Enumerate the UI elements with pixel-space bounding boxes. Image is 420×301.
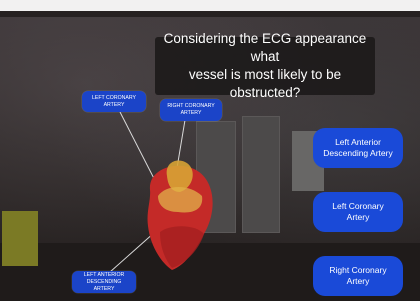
answer-button-left-anterior-descending[interactable]: Left Anterior Descending Artery (313, 128, 403, 168)
answer-line-1: Right Coronary (329, 265, 387, 275)
label-left-coronary-artery: LEFT CORONARY ARTERY (82, 91, 146, 112)
label-line-2: ARTERY (103, 101, 125, 108)
label-right-coronary-artery: RIGHT CORONARY ARTERY (160, 99, 222, 121)
question-line-2: vessel is most likely to be obstructed? (188, 67, 342, 100)
heart-model (147, 160, 213, 270)
label-line-1: RIGHT CORONARY (167, 103, 215, 109)
label-left-anterior-descending-artery: LEFT ANTERIOR DESCENDING ARTERY (72, 271, 136, 293)
answer-line-1: Left Coronary (332, 201, 384, 211)
question-panel: Considering the ECG appearance what vess… (155, 31, 375, 100)
answer-line-2: Artery (346, 212, 370, 222)
label-line-1: LEFT CORONARY (92, 94, 136, 101)
answer-line-2: Artery (346, 276, 370, 286)
label-line-2: DESCENDING ARTERY (86, 278, 122, 292)
answer-line-2: Descending Artery (323, 148, 393, 158)
question-line-1: Considering the ECG appearance what (163, 31, 367, 64)
answer-button-left-coronary[interactable]: Left Coronary Artery (313, 192, 403, 232)
answer-line-1: Left Anterior (335, 137, 381, 147)
label-line-1: LEFT ANTERIOR (83, 271, 125, 278)
answer-button-right-coronary[interactable]: Right Coronary Artery (313, 256, 403, 296)
label-line-2: ARTERY (180, 110, 202, 116)
